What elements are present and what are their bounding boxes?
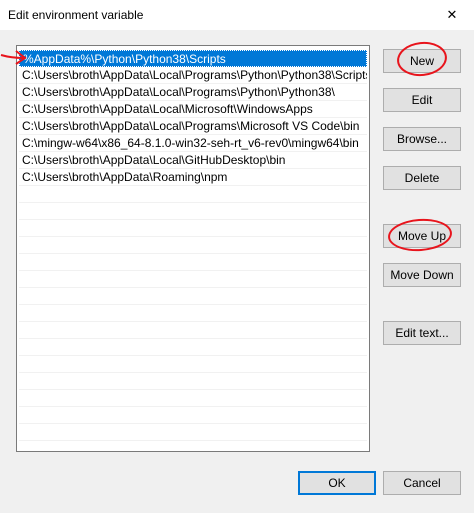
- edit-button[interactable]: Edit: [383, 88, 461, 112]
- path-list[interactable]: %AppData%\Python\Python38\Scripts C:\User…: [16, 45, 370, 452]
- path-list-item[interactable]: C:\Users\broth\AppData\Local\Programs\Py…: [19, 84, 367, 101]
- new-button[interactable]: New: [383, 49, 461, 73]
- edit-env-variable-dialog: Edit environment variable ✕ %AppData%\Py…: [0, 0, 474, 513]
- empty-list-row: [19, 373, 367, 390]
- empty-list-row: [19, 424, 367, 441]
- empty-list-row: [19, 390, 367, 407]
- move-down-button[interactable]: Move Down: [383, 263, 461, 287]
- edit-text-button[interactable]: Edit text...: [383, 321, 461, 345]
- path-list-item[interactable]: C:\Users\broth\AppData\Local\GitHubDeskt…: [19, 152, 367, 169]
- ok-button[interactable]: OK: [298, 471, 376, 495]
- empty-list-row: [19, 407, 367, 424]
- path-list-item[interactable]: C:\Users\broth\AppData\Local\Microsoft\W…: [19, 101, 367, 118]
- empty-list-row: [19, 271, 367, 288]
- empty-list-row: [19, 339, 367, 356]
- empty-list-row: [19, 186, 367, 203]
- empty-list-row: [19, 322, 367, 339]
- close-button[interactable]: ✕: [430, 0, 474, 30]
- window-title: Edit environment variable: [8, 8, 144, 22]
- title-bar: Edit environment variable ✕: [0, 0, 474, 30]
- empty-list-row: [19, 203, 367, 220]
- empty-list-row: [19, 254, 367, 271]
- path-list-item[interactable]: C:\Users\broth\AppData\Local\Programs\Mi…: [19, 118, 367, 135]
- path-list-item[interactable]: %AppData%\Python\Python38\Scripts: [19, 50, 367, 67]
- empty-list-row: [19, 237, 367, 254]
- delete-button[interactable]: Delete: [383, 166, 461, 190]
- empty-list-row: [19, 356, 367, 373]
- path-list-item[interactable]: C:\mingw-w64\x86_64-8.1.0-win32-seh-rt_v…: [19, 135, 367, 152]
- cancel-button[interactable]: Cancel: [383, 471, 461, 495]
- close-icon: ✕: [446, 7, 458, 22]
- move-up-button[interactable]: Move Up: [383, 224, 461, 248]
- browse-button[interactable]: Browse...: [383, 127, 461, 151]
- empty-list-row: [19, 305, 367, 322]
- empty-list-row: [19, 220, 367, 237]
- empty-list-row: [19, 288, 367, 305]
- path-list-item[interactable]: C:\Users\broth\AppData\Local\Programs\Py…: [19, 67, 367, 84]
- path-list-item[interactable]: C:\Users\broth\AppData\Roaming\npm: [19, 169, 367, 186]
